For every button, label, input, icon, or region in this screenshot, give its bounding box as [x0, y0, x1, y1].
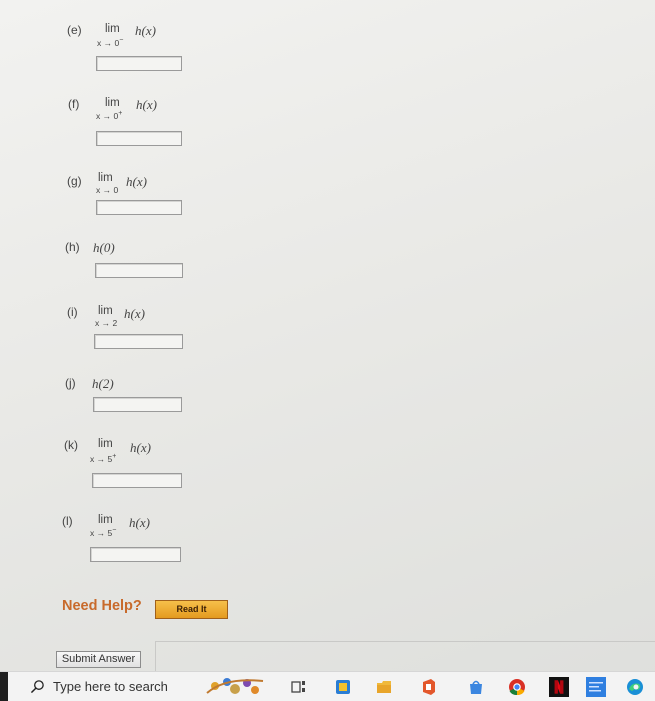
problem-f: (f) lim x → 0+ h(x) — [0, 96, 300, 156]
edge-icon[interactable] — [626, 678, 644, 696]
function-expr: h(x) — [130, 440, 151, 455]
problem-label: (j) — [65, 376, 76, 390]
lim-word: lim — [98, 305, 113, 317]
problem-label: (i) — [67, 305, 78, 319]
problem-k: (k) lim x → 5+ h(x) — [0, 438, 300, 478]
function-expr: h(x) — [126, 174, 147, 189]
chrome-icon[interactable] — [508, 678, 526, 696]
start-edge[interactable] — [0, 672, 8, 701]
read-it-button[interactable]: Read It — [155, 600, 228, 619]
search-icon[interactable] — [30, 679, 45, 694]
lim-subscript: x → 0 — [96, 185, 119, 195]
edge-browser-icon[interactable] — [334, 678, 352, 696]
problem-label: (k) — [64, 438, 78, 452]
function-expr: h(2) — [92, 376, 114, 391]
task-view-icon[interactable] — [290, 678, 308, 696]
need-help-label: Need Help? — [62, 598, 142, 614]
lim-word: lim — [105, 23, 120, 35]
divider — [155, 641, 156, 671]
office-icon[interactable] — [420, 678, 438, 696]
problem-label: (e) — [67, 23, 82, 37]
answer-field-h[interactable] — [95, 263, 183, 278]
function-expr: h(x) — [135, 23, 156, 38]
lim-subscript: x → 5+ — [90, 453, 117, 464]
submit-answer-button[interactable]: Submit Answer — [56, 651, 141, 668]
lim-word: lim — [105, 97, 120, 109]
app-tile-icon[interactable] — [586, 677, 606, 697]
divider — [155, 641, 655, 642]
taskbar-search-input[interactable]: Type here to search — [53, 679, 168, 694]
file-explorer-icon[interactable] — [375, 678, 393, 696]
answer-field-e[interactable] — [96, 56, 182, 71]
problem-e: (e) lim x → 0− h(x) — [0, 20, 300, 80]
answer-field-g[interactable] — [96, 200, 182, 215]
problem-label: (g) — [67, 174, 82, 188]
answer-field-j[interactable] — [93, 397, 182, 412]
netflix-icon[interactable] — [549, 677, 569, 697]
function-expr: h(x) — [136, 97, 157, 112]
answer-field-f[interactable] — [96, 131, 182, 146]
lim-word: lim — [98, 514, 113, 526]
problem-label: (f) — [68, 97, 80, 111]
news-widget-icon[interactable] — [205, 675, 265, 697]
problem-label: (l) — [62, 514, 73, 528]
function-expr: h(x) — [129, 515, 150, 530]
lim-word: lim — [98, 172, 113, 184]
lim-subscript: x → 2 — [95, 318, 118, 328]
store-icon[interactable] — [467, 678, 485, 696]
problem-label: (h) — [65, 240, 80, 254]
answer-field-l[interactable] — [90, 547, 181, 562]
answer-field-k[interactable] — [92, 473, 182, 488]
answer-field-i[interactable] — [94, 334, 183, 349]
function-expr: h(x) — [124, 306, 145, 321]
lim-subscript: x → 0− — [97, 37, 124, 48]
lim-subscript: x → 0+ — [96, 110, 123, 121]
function-expr: h(0) — [93, 240, 115, 255]
lim-subscript: x → 5− — [90, 527, 117, 538]
lim-word: lim — [98, 438, 113, 450]
assignment-page: (e) lim x → 0− h(x) (f) lim x → 0+ h(x) … — [0, 0, 655, 671]
taskbar: Type here to search — [0, 671, 655, 701]
